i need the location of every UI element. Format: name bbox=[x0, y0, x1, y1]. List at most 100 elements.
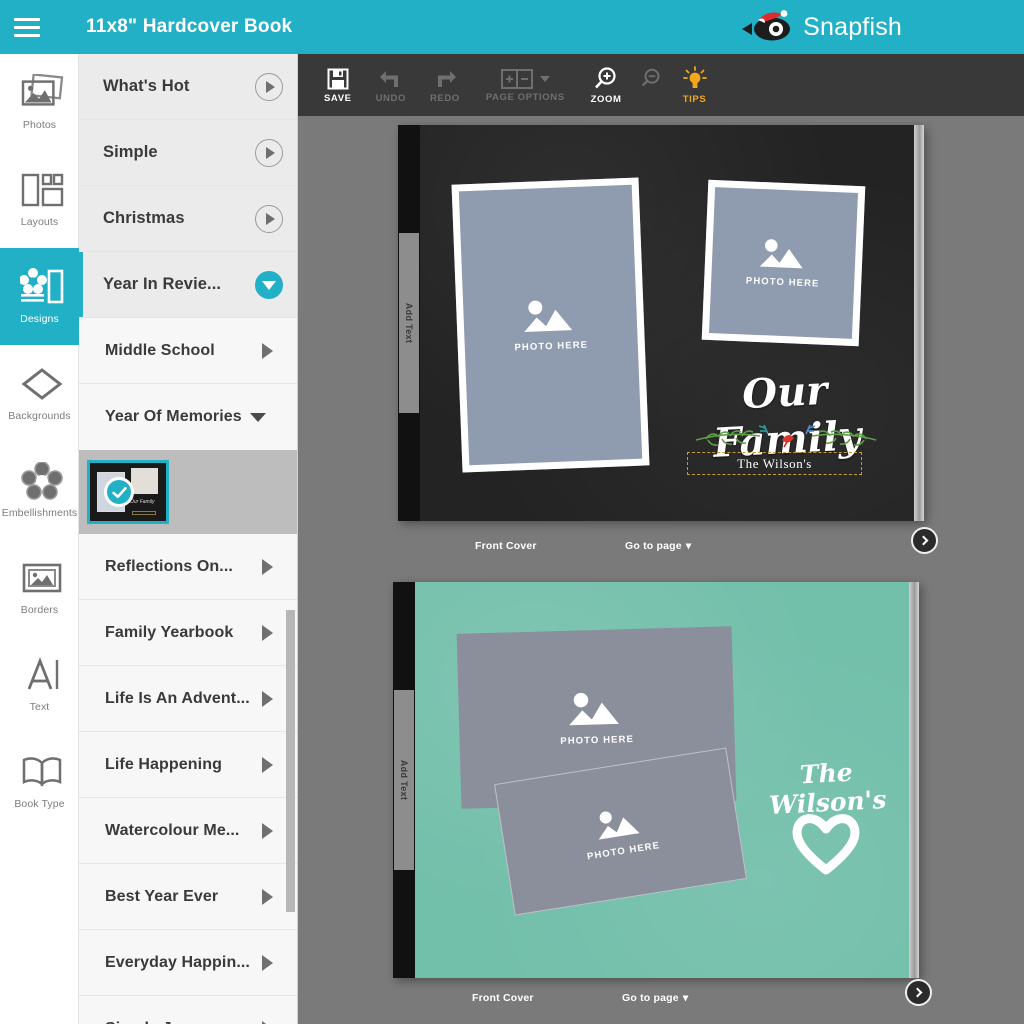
chevron-right-icon[interactable] bbox=[262, 559, 273, 575]
sidebar-item-label: Layouts bbox=[21, 216, 58, 228]
brand-name: Snapfish bbox=[803, 13, 902, 42]
snapfish-book-editor: 11x8" Hardcover Book Snapfish bbox=[0, 0, 1024, 1024]
category-label: Family Yearbook bbox=[105, 624, 262, 642]
layouts-grid-icon bbox=[20, 171, 60, 209]
photo-placeholder-1[interactable]: PHOTO HERE bbox=[452, 178, 650, 473]
spine-label: Add Text bbox=[399, 760, 409, 800]
save-button[interactable]: SAVE bbox=[312, 57, 364, 113]
category-row-reflections-on[interactable]: Reflections On... bbox=[79, 534, 297, 600]
chevron-down-circle-icon[interactable] bbox=[255, 271, 283, 299]
toolbar-label: SAVE bbox=[324, 93, 352, 104]
category-row-simple[interactable]: Simple bbox=[79, 120, 297, 186]
sidebar-item-embellishments[interactable]: Embellishments bbox=[0, 442, 79, 539]
next-page-button-2[interactable] bbox=[905, 979, 932, 1006]
add-text-spine-button[interactable]: Add Text bbox=[394, 690, 414, 870]
chevron-right-circle-icon[interactable] bbox=[255, 73, 283, 101]
toolbar-label: PAGE OPTIONS bbox=[486, 92, 565, 103]
zoom-out-magnifier-icon bbox=[640, 67, 664, 91]
canvas-workspace: SAVE UNDO REDO bbox=[298, 54, 1024, 1024]
category-row-simple-joys[interactable]: Simple Joys bbox=[79, 996, 297, 1024]
sidebar-item-borders[interactable]: Borders bbox=[0, 539, 79, 636]
zoom-in-button[interactable]: ZOOM bbox=[579, 57, 634, 113]
tips-button[interactable]: TIPS bbox=[670, 57, 720, 113]
goto-page-label: Go to page bbox=[622, 992, 679, 1004]
check-icon bbox=[104, 477, 134, 507]
next-page-button-1[interactable] bbox=[911, 527, 938, 554]
photo-placeholder-2[interactable]: PHOTO HERE bbox=[702, 180, 866, 346]
sidebar-item-label: Designs bbox=[20, 313, 59, 325]
category-row-family-yearbook[interactable]: Family Yearbook bbox=[79, 600, 297, 666]
toolbar-label: REDO bbox=[430, 93, 460, 104]
category-label: Life Is An Advent... bbox=[105, 690, 262, 708]
category-row-life-happening[interactable]: Life Happening bbox=[79, 732, 297, 798]
category-row-christmas[interactable]: Christmas bbox=[79, 186, 297, 252]
design-thumbnail-year-of-memories[interactable]: Our Family bbox=[87, 460, 169, 524]
category-row-middle-school[interactable]: Middle School bbox=[79, 318, 297, 384]
chevron-right-icon[interactable] bbox=[262, 889, 273, 905]
image-placeholder-icon bbox=[592, 803, 647, 844]
sidebar-item-photos[interactable]: Photos bbox=[0, 54, 79, 151]
category-label: What's Hot bbox=[103, 77, 255, 96]
sidebar-item-label: Borders bbox=[21, 604, 58, 616]
page-caption-front-cover-2: Front Cover bbox=[472, 992, 534, 1004]
image-placeholder-icon bbox=[757, 237, 810, 273]
category-row-year-of-memories[interactable]: Year Of Memories bbox=[79, 384, 297, 450]
category-label: Everyday Happin... bbox=[105, 954, 262, 972]
photo-placeholder-label: PHOTO HERE bbox=[514, 340, 588, 354]
sidebar-item-layouts[interactable]: Layouts bbox=[0, 151, 79, 248]
sidebar-item-label: Text bbox=[30, 701, 50, 713]
chevron-right-icon[interactable] bbox=[262, 955, 273, 971]
sidebar-item-text[interactable]: Text bbox=[0, 636, 79, 733]
book-preview-green[interactable]: Add Text PHOTO HERE PHOTO HERE The Wilso… bbox=[393, 582, 919, 978]
chevron-right-icon[interactable] bbox=[262, 823, 273, 839]
designs-scrollbar-thumb[interactable] bbox=[286, 610, 295, 912]
sidebar-item-book-type[interactable]: Book Type bbox=[0, 733, 79, 830]
hamburger-menu-icon[interactable] bbox=[0, 0, 54, 54]
page-options-button[interactable]: PAGE OPTIONS bbox=[472, 57, 579, 113]
toolbar-label: UNDO bbox=[376, 93, 406, 104]
chevron-right-circle-icon[interactable] bbox=[255, 205, 283, 233]
chevron-down-icon bbox=[540, 76, 550, 82]
chevron-right-circle-icon[interactable] bbox=[255, 139, 283, 167]
chevron-right-icon[interactable] bbox=[262, 691, 273, 707]
category-row-whats-hot[interactable]: What's Hot bbox=[79, 54, 297, 120]
category-row-year-in-review[interactable]: Year In Revie... bbox=[79, 252, 297, 318]
designs-panel: What's Hot Simple Christmas Year In Revi… bbox=[79, 54, 298, 1024]
photos-stack-icon bbox=[20, 74, 60, 112]
page-options-icon bbox=[501, 68, 535, 90]
book-preview-chalkboard[interactable]: Add Text PHOTO HERE PHOTO HERE bbox=[398, 125, 924, 521]
category-label: Christmas bbox=[103, 209, 255, 228]
design-thumbnail-strip: Our Family bbox=[79, 450, 297, 534]
editor-toolbar: SAVE UNDO REDO bbox=[298, 54, 1024, 116]
zoom-out-button[interactable] bbox=[634, 57, 670, 113]
goto-page-dropdown-1[interactable]: Go to page▾ bbox=[625, 540, 691, 552]
heart-outline-icon bbox=[786, 804, 866, 876]
sidebar-item-backgrounds[interactable]: Backgrounds bbox=[0, 345, 79, 442]
category-label: Year Of Memories bbox=[105, 408, 242, 426]
sidebar-item-designs[interactable]: Designs bbox=[0, 248, 79, 345]
category-row-life-is-an-adventure[interactable]: Life Is An Advent... bbox=[79, 666, 297, 732]
category-label: Simple Joys bbox=[105, 1020, 262, 1024]
toolbar-label: TIPS bbox=[683, 94, 707, 105]
chevron-right-icon[interactable] bbox=[262, 625, 273, 641]
chevron-down-icon[interactable] bbox=[250, 413, 266, 422]
chevron-right-icon[interactable] bbox=[262, 757, 273, 773]
goto-page-label: Go to page bbox=[625, 540, 682, 552]
book-type-open-book-icon bbox=[20, 753, 60, 791]
category-row-best-year-ever[interactable]: Best Year Ever bbox=[79, 864, 297, 930]
undo-arrow-icon bbox=[377, 67, 405, 91]
brand-logo[interactable]: Snapfish bbox=[739, 10, 902, 44]
chevron-right-icon[interactable] bbox=[262, 1021, 273, 1024]
cover-subtitle: The Wilson's bbox=[737, 456, 812, 472]
sidebar-item-label: Photos bbox=[23, 119, 56, 131]
undo-button[interactable]: UNDO bbox=[364, 57, 418, 113]
book-edge bbox=[909, 582, 919, 978]
category-row-watercolour-memories[interactable]: Watercolour Me... bbox=[79, 798, 297, 864]
goto-page-dropdown-2[interactable]: Go to page▾ bbox=[622, 992, 688, 1004]
chevron-right-icon[interactable] bbox=[262, 343, 273, 359]
cover-name-box[interactable]: The Wilson's bbox=[687, 452, 862, 475]
add-text-spine-button[interactable]: Add Text bbox=[399, 233, 419, 413]
category-row-everyday-happiness[interactable]: Everyday Happin... bbox=[79, 930, 297, 996]
redo-button[interactable]: REDO bbox=[418, 57, 472, 113]
image-placeholder-icon bbox=[566, 689, 627, 731]
